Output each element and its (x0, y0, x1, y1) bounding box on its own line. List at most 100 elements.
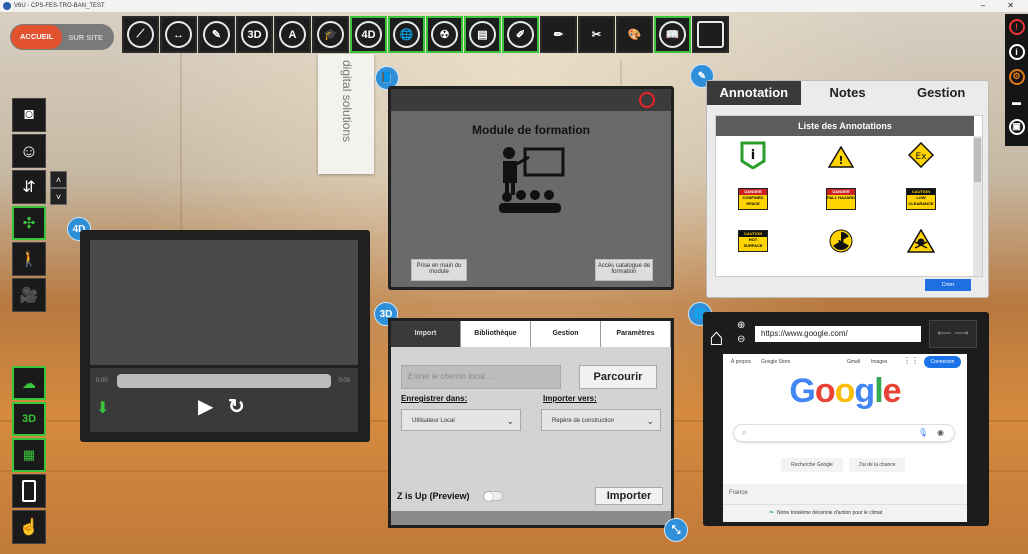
resize-handle[interactable]: ⤡ (664, 518, 688, 542)
hand-button[interactable]: ☝ (12, 510, 46, 544)
radiation-sign-icon[interactable] (826, 229, 856, 253)
dimension-tool-button[interactable]: ↔ (160, 16, 197, 53)
mode-sur-site[interactable]: SUR SITE (62, 33, 103, 42)
power-button[interactable]: ! (1005, 14, 1028, 39)
history-nav[interactable]: ⟵ ⟶ (929, 320, 977, 348)
tab-gestion[interactable]: Gestion (894, 81, 988, 105)
avatar-button[interactable]: ☺ (12, 134, 46, 168)
confined-space-sign-icon[interactable]: DANGER CONFINED SPACE (738, 188, 768, 210)
download-icon[interactable]: ⬇ (96, 398, 109, 418)
play-icon[interactable]: ▶ (198, 394, 213, 419)
warning-icon[interactable]: ! (826, 146, 856, 168)
close-icon[interactable] (639, 92, 655, 108)
wall-pillar (180, 50, 182, 240)
replay-icon[interactable]: ↻ (228, 394, 245, 419)
book-icon: ▣ (1008, 118, 1025, 135)
link-store[interactable]: Google Store (761, 359, 790, 365)
height-down[interactable]: ˅ (50, 188, 67, 205)
info-button[interactable]: i (1005, 39, 1028, 64)
4d-view-button[interactable]: 4D (350, 16, 387, 53)
drone-icon: ✣ (22, 215, 36, 232)
section-tool-button[interactable]: ✎ (198, 16, 235, 53)
mode-accueil[interactable]: ACCUEIL (11, 25, 63, 49)
tab-notes[interactable]: Notes (801, 81, 895, 105)
pen-tool-button[interactable]: ✐ (502, 16, 539, 53)
walk-mode-button[interactable]: 🚶 (12, 242, 46, 276)
atex-icon[interactable]: Ex (906, 142, 936, 168)
save-in-select[interactable]: Utilisateur Local ⌄ (401, 409, 521, 431)
globe-icon: 🌐 (393, 21, 420, 48)
tab-bibliotheque[interactable]: Bibliothèque (461, 321, 531, 347)
scroll-thumb[interactable] (974, 138, 981, 182)
3d-view-button[interactable]: 3D (236, 16, 273, 53)
tab-parametres[interactable]: Paramètres (601, 321, 671, 347)
import-to-select[interactable]: Repère de construction ⌄ (541, 409, 661, 431)
mode-toggle[interactable]: ACCUEIL SUR SITE (10, 24, 114, 50)
annotation-scrollbar[interactable] (973, 136, 982, 276)
catalog-button[interactable]: Accès catalogue de formation (595, 259, 653, 281)
guide-button[interactable]: ▣ (1005, 114, 1028, 139)
radiation-tool-button[interactable]: ☢ (426, 16, 463, 53)
start-module-button[interactable]: Prise en main du module (411, 259, 467, 281)
lucky-button[interactable]: J'ai de la chance (849, 458, 905, 472)
connexion-button[interactable]: Connexion (924, 356, 961, 368)
tab-annotation[interactable]: Annotation (707, 81, 801, 105)
tablet-button[interactable] (12, 474, 46, 508)
annotation-tool-button[interactable]: A (274, 16, 311, 53)
caution-sign-icon[interactable]: CAUTION LOW CLEARANCE (906, 188, 936, 210)
draw-tool-button[interactable]: ✏ (540, 16, 577, 53)
height-up[interactable]: ˄ (50, 171, 67, 188)
browse-button[interactable]: Parcourir (579, 365, 657, 389)
home-icon[interactable]: ⌂ (709, 324, 724, 352)
3d-model-button[interactable]: 3D (12, 402, 46, 436)
local-path-input[interactable]: Entrer le chemin local ... (401, 365, 561, 389)
height-button[interactable]: ⇵ (12, 170, 46, 204)
scene-sign: digital solutions (318, 54, 374, 174)
google-footer: France ❧ Notre troisième décennie d'acti… (723, 484, 967, 522)
zoom-out-icon[interactable]: ⊖ (737, 334, 745, 345)
tab-gestion[interactable]: Gestion (531, 321, 601, 347)
google-search-input[interactable]: ⌕ 🎙 ◉ (733, 424, 955, 442)
create-annotation-button[interactable]: Créer (925, 279, 971, 291)
camera-search-icon[interactable]: ◉ (937, 428, 944, 437)
window-controls[interactable]: – ✕ (981, 0, 1024, 12)
leaf-icon: ❧ (769, 510, 775, 516)
palette-tool-button[interactable]: 🎨 (616, 16, 653, 53)
video-progress-bar[interactable] (117, 374, 331, 388)
tablet-tool-button[interactable] (692, 16, 729, 53)
info-sign-icon[interactable]: i (738, 141, 768, 169)
fly-mode-button[interactable]: ✣ (12, 206, 46, 240)
mic-icon[interactable]: 🎙 (918, 428, 928, 437)
video-camera-button[interactable]: 🎥 (12, 278, 46, 312)
import-button[interactable]: Importer (595, 487, 663, 505)
google-page: À propos Google Store Gmail Images ⋮⋮ Co… (723, 354, 967, 522)
climate-message[interactable]: Notre troisième décennie d'action pour l… (777, 510, 882, 516)
training-button[interactable]: 🎓 (312, 16, 349, 53)
settings-button[interactable]: ⚙ (1005, 64, 1028, 89)
palette-icon: 🎨 (627, 29, 642, 41)
apps-grid-icon[interactable]: ⋮⋮ (903, 356, 919, 365)
toxic-sign-icon[interactable] (906, 229, 936, 253)
caution-sign-2-icon[interactable]: CAUTION HOT SURFACE (738, 230, 768, 252)
image-button[interactable]: ▦ (12, 438, 46, 472)
cloud-button[interactable]: ☁ (12, 366, 46, 400)
video-screen[interactable] (90, 240, 358, 365)
fall-hazard-sign-icon[interactable]: DANGER FALL HAZARD (826, 188, 856, 210)
documents-button[interactable]: ▤ (464, 16, 501, 53)
url-input[interactable]: https://www.google.com/ (755, 326, 921, 342)
measure-tool-button[interactable]: ⟋ (122, 16, 159, 53)
search-icon: ⌕ (742, 428, 747, 437)
link-about[interactable]: À propos (731, 359, 751, 365)
google-search-button[interactable]: Recherche Google (781, 458, 843, 472)
z-up-toggle[interactable] (483, 491, 503, 501)
camera-button[interactable]: ◙ (12, 98, 46, 132)
link-images[interactable]: Images (871, 359, 887, 365)
vr-button[interactable]: ▬ (1005, 89, 1028, 114)
cut-tool-button[interactable]: ✂ (578, 16, 615, 53)
link-gmail[interactable]: Gmail (847, 359, 860, 365)
zoom-in-icon[interactable]: ⊕ (737, 320, 745, 331)
library-tool-button[interactable]: 📖 (654, 16, 691, 53)
tab-import[interactable]: Import (391, 321, 461, 347)
dimension-icon: ↔ (165, 21, 192, 48)
web-browser-button[interactable]: 🌐 (388, 16, 425, 53)
